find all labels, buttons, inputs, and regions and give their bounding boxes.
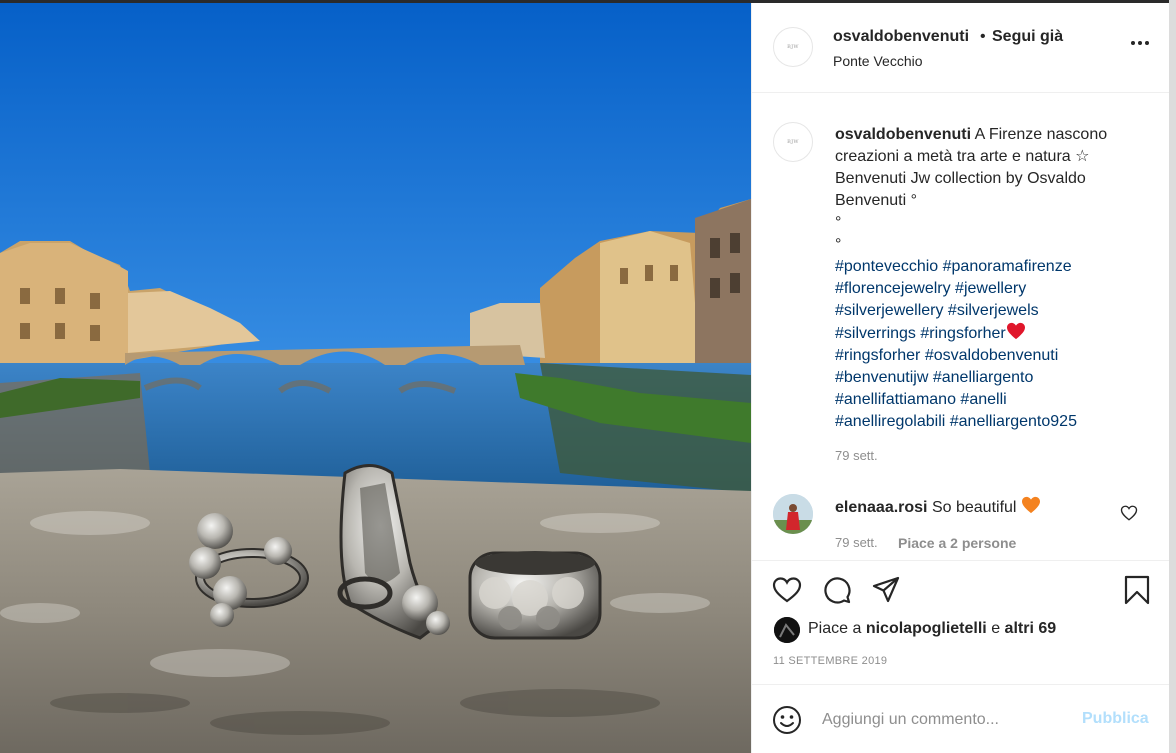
publish-button[interactable]: Pubblica [1082, 710, 1149, 728]
post-photo[interactable] [0, 3, 751, 753]
caption-line: Benvenuti Jw collection by Osvaldo [835, 170, 1086, 187]
comment-timestamp[interactable]: 79 sett. [835, 535, 878, 550]
comment-input[interactable] [822, 707, 1072, 733]
hashtag-line[interactable]: #florencejewelry #jewellery [835, 278, 1135, 300]
author-username[interactable]: osvaldobenvenuti [833, 28, 969, 46]
comment-text: So beautiful [931, 499, 1017, 516]
post-header: BJW osvaldobenvenuti • Segui già Ponte V… [752, 3, 1170, 93]
hashtag-line[interactable]: #pontevecchio #panoramafirenze [835, 256, 1135, 278]
emoji-icon[interactable] [772, 705, 802, 735]
likes-others-link[interactable]: altri 69 [1005, 620, 1057, 637]
caption-line: Benvenuti ° [835, 192, 918, 209]
hashtag-line[interactable]: #anellifattiamano #anelli [835, 389, 1135, 411]
commenter-username[interactable]: elenaaa.rosi [835, 499, 928, 516]
photo-illustration [0, 3, 751, 753]
caption-line: ° [835, 214, 842, 231]
add-comment-bar: Pubblica [752, 684, 1170, 753]
caption-timestamp[interactable]: 79 sett. [835, 448, 878, 463]
bookmark-icon[interactable] [1122, 575, 1152, 605]
hashtag-line[interactable]: #ringsforher #osvaldobenvenuti [835, 345, 1135, 367]
hashtag-line[interactable]: #silverjewellery #silverjewels [835, 300, 1135, 322]
likes-joiner: e [991, 620, 1001, 637]
post-location[interactable]: Ponte Vecchio [833, 53, 923, 69]
caption-line: creazioni a metà tra arte e natura ☆ [835, 148, 1090, 165]
window-right-edge [1169, 0, 1176, 753]
ring-right [468, 551, 602, 640]
caption-line: ° [835, 236, 842, 253]
brand-logo: BJW [787, 44, 799, 50]
liker-username[interactable]: nicolapoglietelli [866, 620, 987, 637]
comment: elenaaa.rosi So beautiful [835, 496, 1041, 517]
heart-icon[interactable] [772, 575, 802, 605]
share-icon[interactable] [871, 575, 901, 605]
caption-line: A Firenze nascono [974, 126, 1108, 143]
hashtag-line[interactable]: #anelliregolabili #anelliargento925 [835, 411, 1135, 433]
hashtag-line[interactable]: #benvenutijw #anelliargento [835, 367, 1135, 389]
post-caption: osvaldobenvenuti A Firenze nascono creaz… [835, 124, 1135, 433]
liker-avatar[interactable] [774, 617, 800, 643]
commenter-avatar[interactable] [773, 494, 813, 534]
caption-username[interactable]: osvaldobenvenuti [835, 126, 971, 143]
hashtag-line[interactable]: #silverrings #ringsforher [835, 325, 1006, 342]
post-actions-bar [752, 560, 1170, 616]
author-avatar[interactable]: BJW [773, 27, 813, 67]
comment-like-heart-icon[interactable] [1120, 504, 1138, 522]
post-date[interactable]: 11 SETTEMBRE 2019 [773, 655, 887, 667]
more-options-icon[interactable] [1128, 33, 1152, 53]
separator-dot: • [980, 28, 986, 45]
orange-heart-emoji-icon [1021, 496, 1040, 514]
following-button[interactable]: Segui già [992, 28, 1063, 46]
brand-logo: BJW [787, 139, 799, 145]
likes-summary: Piace a nicolapoglietelli e altri 69 [808, 620, 1056, 638]
post-details-panel: BJW osvaldobenvenuti • Segui già Ponte V… [751, 3, 1170, 753]
caption-author-avatar[interactable]: BJW [773, 122, 813, 162]
comment-likes[interactable]: Piace a 2 persone [898, 535, 1016, 551]
likes-prefix: Piace a [808, 620, 862, 637]
comment-icon[interactable] [822, 575, 852, 605]
red-heart-emoji-icon [1006, 322, 1025, 340]
